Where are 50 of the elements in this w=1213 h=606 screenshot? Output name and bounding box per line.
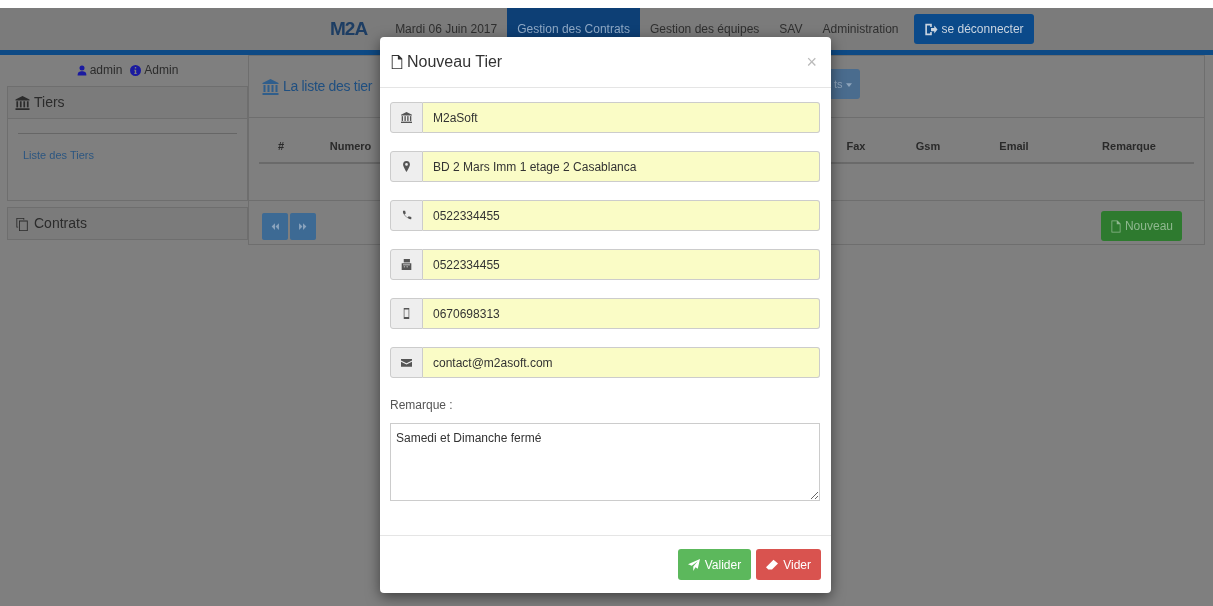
file-icon [390,54,404,70]
nav-tab[interactable]: Administration [812,8,909,50]
logo: M2A [330,16,368,41]
mobile-icon [401,308,412,319]
eraser-icon [766,558,779,571]
info-icon [130,64,142,76]
column-header: Fax [845,139,867,154]
modal-title: Nouveau Tier [407,52,503,72]
column-header: Remarque [1101,139,1157,154]
previous-button[interactable] [262,212,288,240]
date-text: Mardi 06 Juin 2017 [394,21,499,38]
column-header: # [276,139,286,154]
caret-icon [845,82,852,87]
input-field[interactable]: M2aSoft [423,102,820,133]
bank-icon [262,78,279,95]
input-field[interactable]: 0670698313 [423,298,820,329]
field-label: Remarque : [390,397,454,414]
column-header: Numero [328,139,373,154]
bank-icon [401,112,412,123]
logout-icon [923,22,938,36]
input-field[interactable]: 0522334455 [423,249,820,280]
user-icon [76,64,87,76]
file-icon [1109,219,1122,233]
double-left-icon [270,221,280,231]
column-header: Gsm [914,139,942,154]
input-field[interactable]: contact@m2asoft.com [423,347,820,378]
map-pin-icon [401,161,412,172]
next-button[interactable] [290,212,316,240]
user-name: admin [89,62,123,79]
phone-icon [401,210,412,221]
section-title: Tiers [34,93,65,112]
section-header[interactable]: Tiers [7,86,248,119]
input-field[interactable]: BD 2 Mars Imm 1 etage 2 Casablanca [423,151,820,182]
input-field[interactable]: 0522334455 [423,200,820,231]
remark-field[interactable]: Samedi et Dimanche fermé [390,423,820,501]
panel-title: La liste des tier [283,77,373,96]
column-header: Email [998,139,1030,154]
copy-icon [15,216,30,231]
double-right-icon [298,221,308,231]
submit-button[interactable]: Valider [677,549,752,580]
fax-icon [401,259,412,270]
logout-button[interactable]: se déconnecter [913,14,1034,44]
user-role: Admin [144,62,179,79]
section-header[interactable]: Contrats [7,207,248,240]
bank-icon [15,95,30,110]
new-button[interactable]: Nouveau [1100,211,1182,241]
send-icon [687,558,700,571]
reset-button[interactable]: Vider [756,549,821,580]
section-title: Contrats [34,214,87,233]
envelope-icon [401,357,412,368]
